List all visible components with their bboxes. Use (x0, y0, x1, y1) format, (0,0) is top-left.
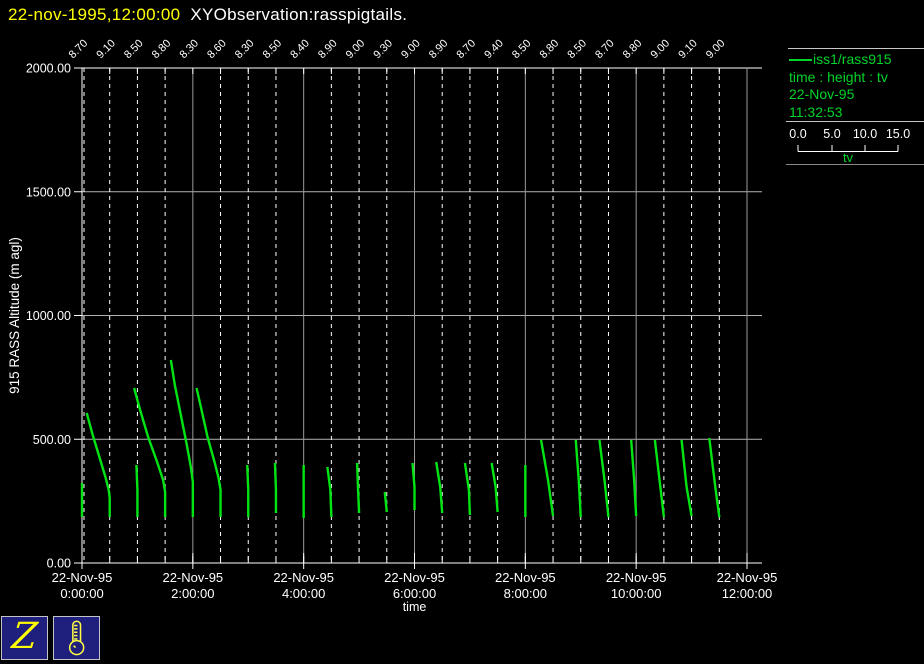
x-axis-title: time (403, 600, 427, 614)
x-tick-date: 22-Nov-95 (384, 570, 445, 585)
pigtail-profile (169, 359, 195, 517)
legend-top-divider (788, 48, 924, 49)
tv-scale-tick: 10.0 (852, 127, 878, 141)
pigtail-profile (195, 387, 222, 517)
tv-tick-label: 9.10 (94, 37, 118, 61)
pigtail-profile (574, 439, 582, 518)
legend-time: 11:32:53 (789, 103, 843, 120)
pigtail-profile (273, 462, 278, 513)
x-tick-time: 6:00:00 (393, 586, 436, 601)
pigtail-profile (539, 439, 555, 517)
tv-tick-label: 8.80 (150, 37, 174, 61)
y-tick-label: 1500.00 (26, 185, 71, 199)
tv-tick-label: 8.50 (122, 37, 146, 61)
pigtail-profile (629, 439, 638, 517)
legend-series-label: iss1/rass915 (813, 51, 892, 67)
x-tick-time: 0:00:00 (60, 586, 103, 601)
x-tick-date: 22-Nov-95 (162, 570, 223, 585)
y-axis-title: 915 RASS Altitude (m agl) (7, 237, 22, 394)
tv-tick-label: 8.30 (233, 37, 257, 61)
plot-datetime: 22-nov-1995,12:00:00 (8, 5, 181, 24)
toolbar: Z (1, 616, 100, 660)
tv-scale-tick: 15.0 (885, 127, 911, 141)
pigtail-profile (653, 439, 666, 518)
tv-tick-label: 9.00 (704, 37, 728, 61)
series-line-swatch (789, 59, 812, 62)
x-tick-date: 22-Nov-95 (495, 570, 556, 585)
thermometer-icon (68, 620, 85, 656)
legend-series-row: iss1/rass915 (789, 51, 892, 69)
tv-tick-label: 9.10 (676, 37, 700, 61)
tv-tick-label: 8.80 (538, 37, 562, 61)
tv-tick-label: 9.00 (344, 37, 368, 61)
x-tick-date: 22-Nov-95 (717, 570, 778, 585)
tv-tick-label: 8.70 (67, 37, 91, 61)
pigtail-profile (135, 464, 139, 517)
tv-tick-label: 8.70 (593, 37, 617, 61)
tv-tick-label: 9.40 (482, 37, 506, 61)
tv-scale-ruler (797, 145, 899, 152)
tv-tick-label: 9.00 (399, 37, 423, 61)
pigtail-profile (598, 439, 610, 518)
pigtail-profile (680, 439, 693, 517)
tv-tick-label: 8.90 (316, 37, 340, 61)
zoom-button[interactable]: Z (1, 616, 48, 660)
legend-date: 22-Nov-95 (789, 86, 855, 102)
tv-tick-label: 8.60 (205, 37, 229, 61)
tv-tick-label: 8.50 (565, 37, 589, 61)
x-tick-time: 2:00:00 (171, 586, 214, 601)
pigtail-profile (463, 462, 472, 516)
tv-scale-label: tv (842, 150, 854, 165)
legend: iss1/rass915 time : height : tv 22-Nov-9… (786, 43, 924, 169)
x-tick-date: 22-Nov-95 (273, 570, 334, 585)
tv-scale-tick: 0.0 (789, 127, 807, 141)
tv-tick-label: 8.50 (510, 37, 534, 61)
x-tick-time: 8:00:00 (504, 586, 547, 601)
tv-scale-tick: 5.0 (823, 127, 841, 141)
thermometer-button[interactable] (53, 616, 100, 660)
y-tick-label: 0.00 (47, 557, 71, 571)
tv-tick-label: 8.50 (261, 37, 285, 61)
pigtail-profile (490, 462, 499, 513)
pigtail-profile (85, 412, 111, 517)
title-bar: 22-nov-1995,12:00:00 XYObservation:rasspi… (8, 5, 407, 25)
zoom-z-icon: Z (9, 615, 40, 657)
pigtail-profile (246, 464, 250, 517)
legend-fields-row: time : height : tv (789, 68, 888, 85)
y-tick-label: 500.00 (33, 433, 71, 447)
x-tick-date: 22-Nov-95 (52, 570, 113, 585)
x-tick-time: 10:00:00 (611, 586, 662, 601)
tv-scale-ticks: 0.0 5.0 10.0 15.0 (786, 127, 924, 141)
legend-bottom-divider (786, 164, 924, 165)
y-tick-label: 2000.00 (26, 62, 71, 76)
x-tick-time: 12:00:00 (722, 586, 773, 601)
tv-tick-label: 9.00 (649, 37, 673, 61)
tv-tick-label: 8.90 (427, 37, 451, 61)
tv-tick-label: 9.30 (371, 37, 395, 61)
pigtail-profile (132, 387, 167, 517)
tv-tick-label: 8.80 (621, 37, 645, 61)
tv-tick-label: 8.70 (455, 37, 479, 61)
tv-tick-label: 8.40 (288, 37, 312, 61)
pigtail-profile (435, 461, 444, 514)
page-title: XYObservation:rasspigtails. (190, 5, 408, 24)
legend-mid-divider (786, 121, 924, 122)
pigtail-profile (708, 437, 721, 518)
tv-tick-label: 8.30 (177, 37, 201, 61)
pigtail-profile (411, 462, 416, 510)
x-tick-date: 22-Nov-95 (606, 570, 667, 585)
y-tick-label: 1000.00 (26, 309, 71, 323)
pigtail-profile (326, 466, 333, 518)
x-tick-time: 4:00:00 (282, 586, 325, 601)
